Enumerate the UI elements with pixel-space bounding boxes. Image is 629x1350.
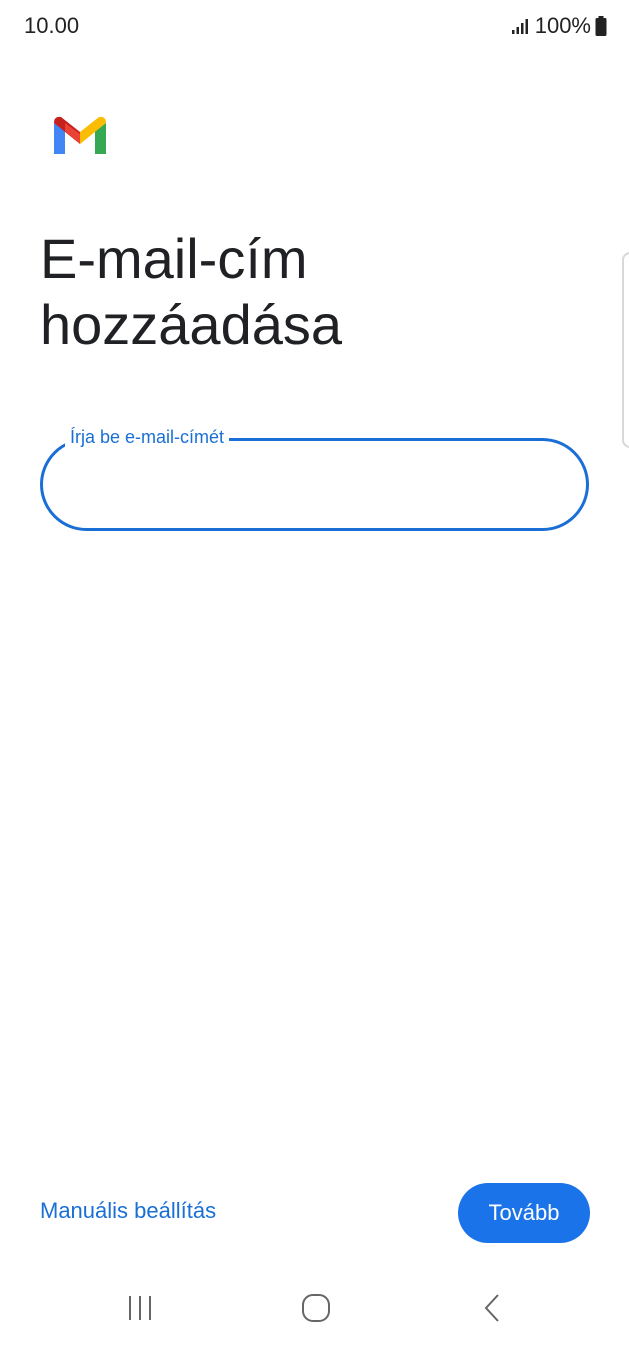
back-icon (482, 1293, 502, 1328)
recents-icon (126, 1295, 154, 1326)
home-icon (301, 1293, 331, 1328)
navigation-bar (0, 1270, 629, 1350)
email-field[interactable]: Írja be e-mail-címét (40, 425, 589, 531)
signal-icon (511, 17, 531, 35)
next-button[interactable]: Tovább (458, 1183, 590, 1243)
gmail-logo-icon (52, 114, 108, 158)
home-button[interactable] (286, 1282, 346, 1338)
status-bar: 10.00 100% (0, 0, 629, 56)
status-time: 10.00 (24, 13, 80, 38)
battery-percentage: 100% (534, 13, 591, 38)
page-title: E-mail-cím hozzáadása (40, 227, 343, 356)
email-input[interactable] (69, 463, 563, 509)
email-field-label: Írja be e-mail-címét (65, 425, 230, 449)
status-icons: 100% (511, 13, 607, 39)
recents-button[interactable] (110, 1282, 170, 1338)
battery-icon (595, 16, 607, 36)
edge-panel-handle[interactable] (622, 252, 629, 448)
manual-setup-link[interactable]: Manuális beállítás (40, 1198, 216, 1224)
back-button[interactable] (462, 1282, 522, 1338)
